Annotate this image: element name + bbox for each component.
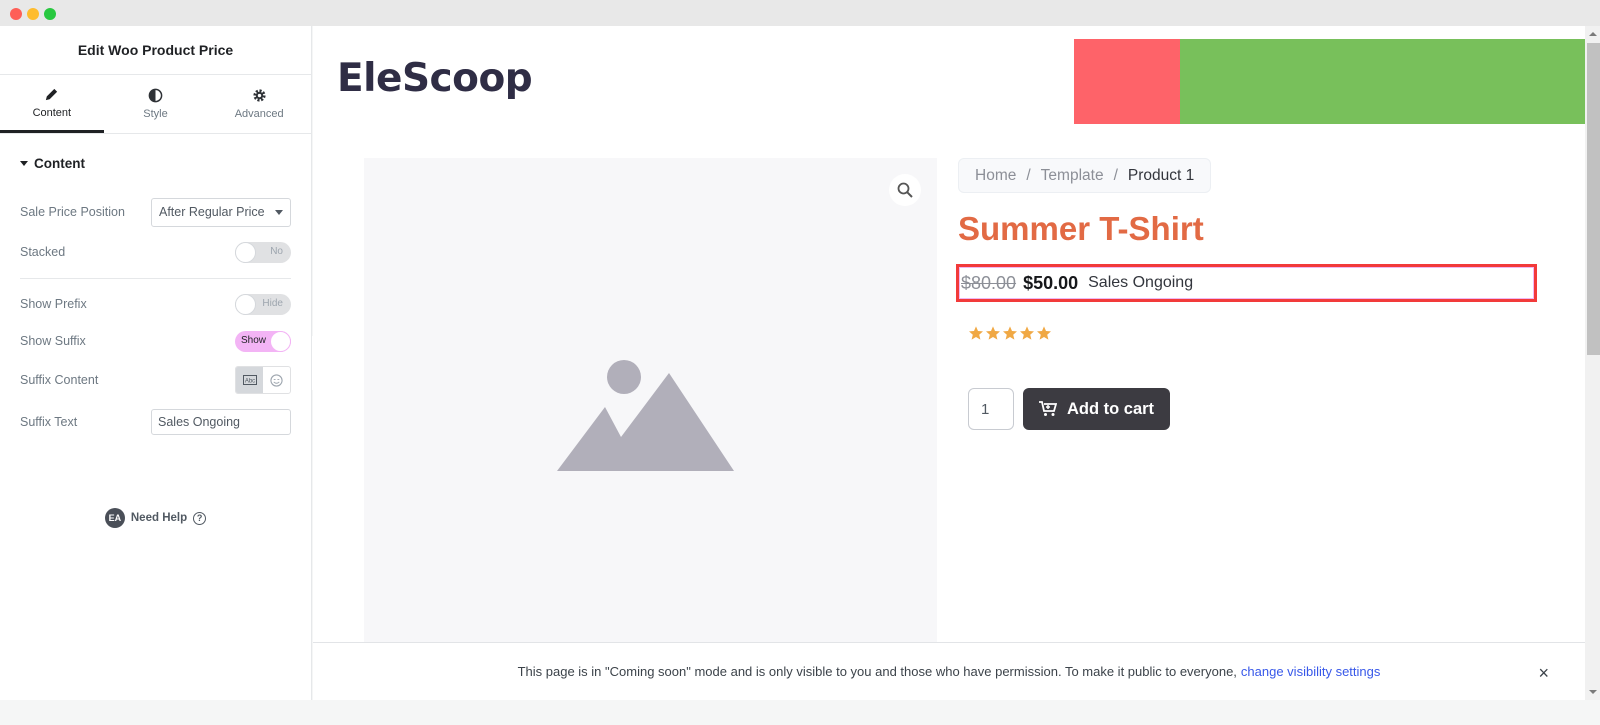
editor-panel: Edit Woo Product Price Content Style Adv… <box>0 26 312 700</box>
toggle-state: Show <box>241 334 267 346</box>
star-icon <box>986 326 1000 340</box>
text-icon: Abc <box>242 375 257 385</box>
breadcrumb-current: Product 1 <box>1127 166 1195 184</box>
question-icon: ? <box>193 511 207 525</box>
help-label: Need Help <box>130 512 188 524</box>
suffix-type-text-button[interactable]: Abc <box>236 367 263 393</box>
pencil-icon <box>46 88 58 100</box>
divider <box>20 278 291 279</box>
tab-label: Advanced <box>234 108 284 120</box>
quantity-input[interactable]: 1 <box>968 388 1014 430</box>
close-window-button[interactable] <box>10 8 22 20</box>
control-label: Stacked <box>20 245 66 259</box>
emoji-icon <box>270 373 283 387</box>
show-suffix-control: Show Suffix Show <box>0 326 311 356</box>
toggle-knob <box>270 330 291 352</box>
header-banner-green <box>1180 39 1585 124</box>
breadcrumb-home[interactable]: Home <box>975 167 1016 185</box>
notice-text: This page is in "Coming soon" mode and i… <box>517 664 1237 679</box>
coming-soon-notice: This page is in "Coming soon" mode and i… <box>313 642 1585 700</box>
stacked-control: Stacked No <box>0 232 311 272</box>
tab-advanced[interactable]: Advanced <box>207 75 311 133</box>
breadcrumb-template[interactable]: Template <box>1041 167 1104 185</box>
section-title: Content <box>34 155 85 171</box>
scroll-thumb[interactable] <box>1587 43 1600 355</box>
show-suffix-toggle[interactable]: Show <box>235 330 291 352</box>
stacked-toggle[interactable]: No <box>235 241 291 263</box>
star-rating <box>968 325 1052 341</box>
star-icon <box>1037 326 1051 340</box>
breadcrumb-separator: / <box>1026 166 1031 184</box>
star-icon <box>1003 326 1017 340</box>
product-title: Summer T-Shirt <box>958 210 1204 247</box>
toggle-knob <box>235 293 256 315</box>
gear-icon <box>253 89 266 102</box>
caret-down-icon <box>20 160 28 166</box>
half-circle-icon <box>148 88 163 103</box>
toggle-state: No <box>270 245 283 257</box>
tab-content[interactable]: Content <box>0 75 104 133</box>
add-to-cart-button[interactable]: Add to cart <box>1023 388 1170 430</box>
suffix-type-icon-button[interactable] <box>263 367 290 393</box>
sale-price-position-select[interactable]: After Regular Price <box>151 197 291 227</box>
show-prefix-toggle[interactable]: Hide <box>235 293 291 315</box>
suffix-text-input[interactable]: Sales Ongoing <box>151 409 291 435</box>
sale-price: $50.00 <box>1023 272 1079 293</box>
breadcrumb: Home / Template / Product 1 <box>958 158 1212 193</box>
maximize-window-button[interactable] <box>44 8 56 20</box>
star-icon <box>969 326 983 340</box>
tab-label: Style <box>143 108 168 120</box>
chevron-down-icon <box>275 209 283 215</box>
suffix-content-control: Suffix Content Abc <box>0 356 311 404</box>
tab-label: Content <box>32 106 72 119</box>
scroll-down-arrow-icon[interactable] <box>1589 690 1597 694</box>
regular-price: $80.00 <box>961 272 1017 293</box>
minimize-window-button[interactable] <box>27 8 39 20</box>
ea-logo-icon: EA <box>104 508 125 528</box>
site-logo[interactable]: EleScoop <box>337 56 533 101</box>
need-help-link[interactable]: EA Need Help ? <box>0 508 311 528</box>
toggle-knob <box>235 241 256 263</box>
toggle-state: Hide <box>262 297 283 309</box>
suffix-content-choices: Abc <box>235 366 291 394</box>
suffix-text-control: Suffix Text Sales Ongoing <box>0 404 311 440</box>
select-value: After Regular Price <box>159 205 265 219</box>
price-row: $80.00 $50.00 Sales Ongoing <box>959 267 1534 299</box>
content-section-toggle[interactable]: Content <box>0 138 311 188</box>
window-titlebar <box>0 0 1600 26</box>
product-price-widget[interactable]: $80.00 $50.00 Sales Ongoing <box>956 264 1537 302</box>
header-banner-red <box>1074 39 1180 124</box>
cart-icon <box>1038 401 1057 416</box>
image-placeholder-icon <box>557 360 734 471</box>
add-to-cart-label: Add to cart <box>1066 399 1155 418</box>
star-icon <box>1020 326 1034 340</box>
scroll-up-arrow-icon[interactable] <box>1589 32 1597 36</box>
tab-style[interactable]: Style <box>104 75 208 133</box>
page-preview: EleScoop Home / Template / Product 1 Sum… <box>313 26 1585 700</box>
gallery-zoom-button[interactable] <box>889 174 921 206</box>
search-icon <box>897 182 913 198</box>
control-label: Show Prefix <box>20 297 87 311</box>
panel-title: Edit Woo Product Price <box>0 26 311 75</box>
close-notice-icon[interactable]: × <box>1538 663 1549 684</box>
control-label: Suffix Content <box>20 373 99 387</box>
control-label: Sale Price Position <box>20 205 125 219</box>
preview-scrollbar[interactable] <box>1585 26 1600 700</box>
show-prefix-control: Show Prefix Hide <box>0 282 311 326</box>
sale-price-position-control: Sale Price Position After Regular Price <box>0 192 311 232</box>
panel-tabs: Content Style Advanced <box>0 75 311 134</box>
control-label: Show Suffix <box>20 334 86 348</box>
price-suffix: Sales Ongoing <box>1088 274 1194 291</box>
svg-text:Abc: Abc <box>244 379 254 385</box>
control-label: Suffix Text <box>20 415 78 429</box>
change-visibility-link[interactable]: change visibility settings <box>1241 664 1380 679</box>
breadcrumb-separator: / <box>1113 166 1118 184</box>
product-gallery <box>364 158 937 658</box>
